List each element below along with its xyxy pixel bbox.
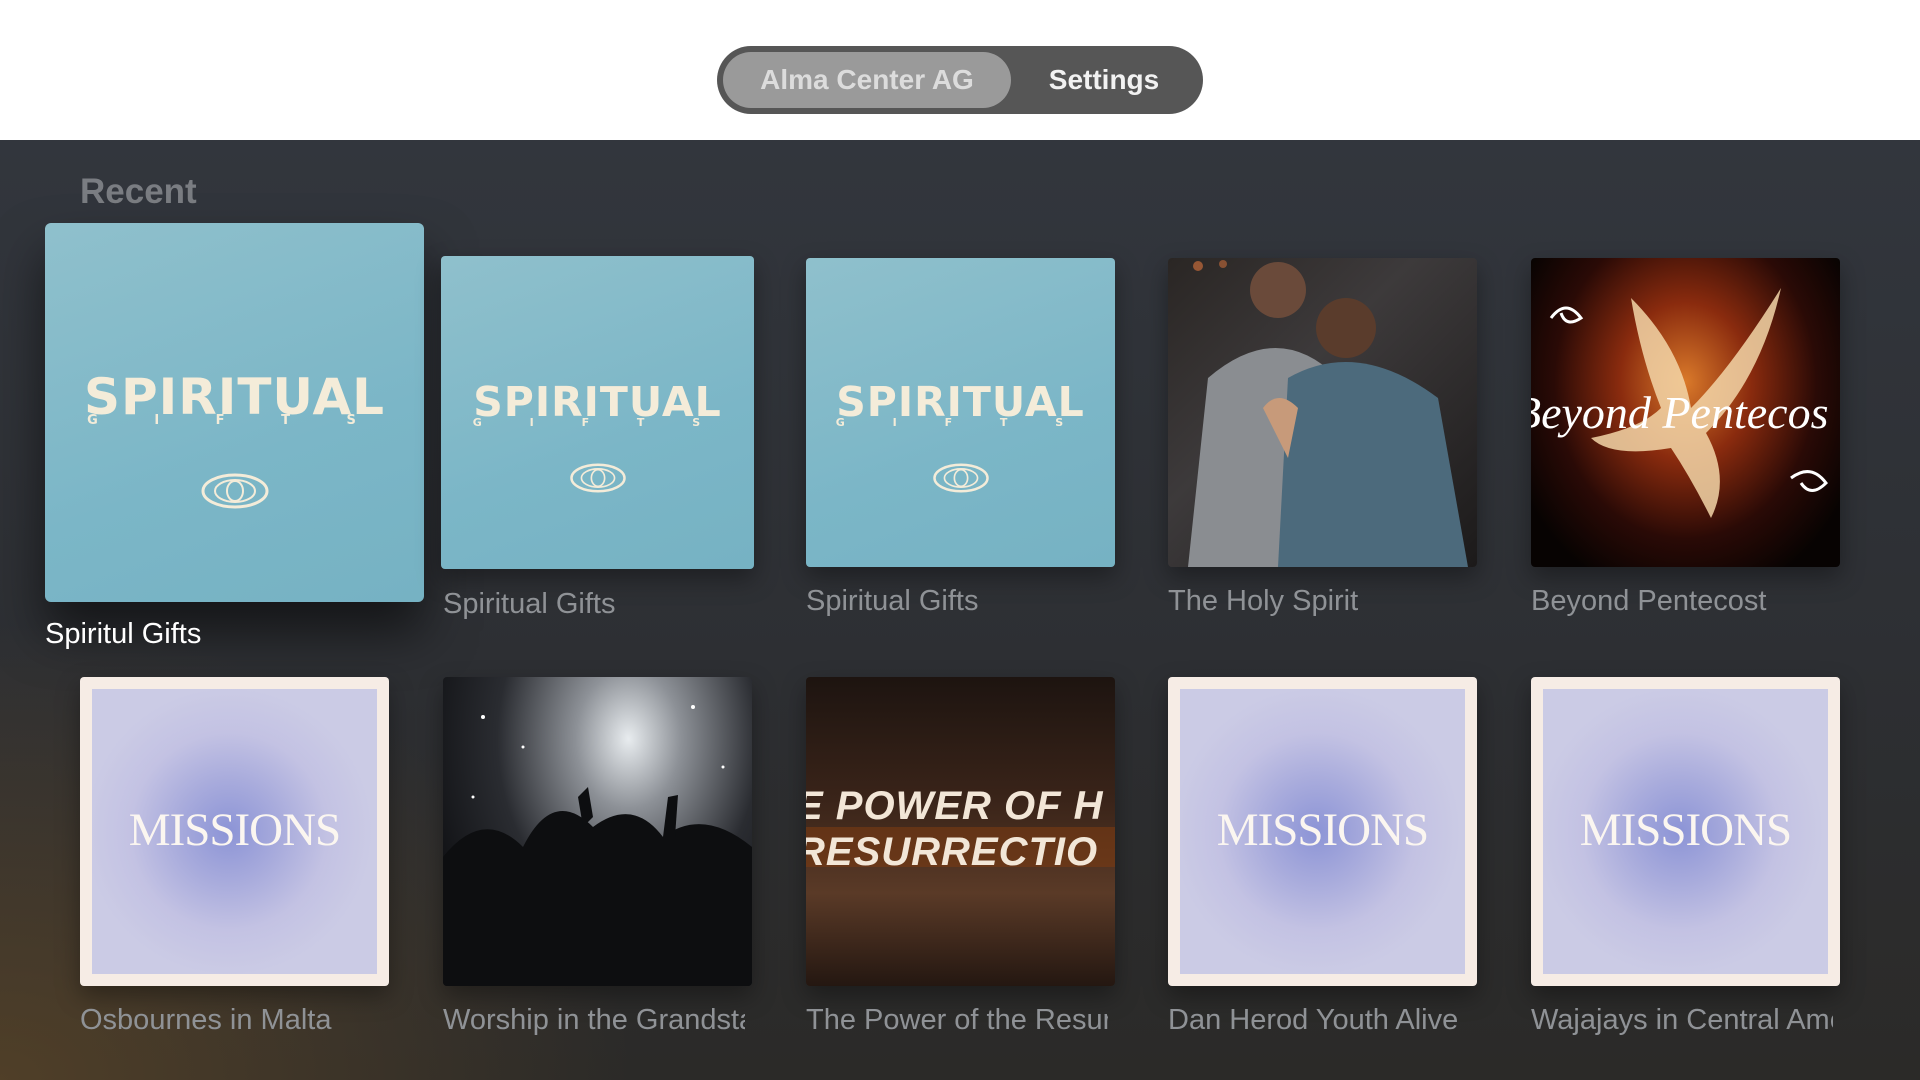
tile-title: The Power of the Resurrection xyxy=(806,1004,1108,1036)
eye-logo-icon xyxy=(569,463,626,493)
section-title: Recent xyxy=(80,172,197,211)
eye-logo-icon xyxy=(201,473,268,509)
eye-logo-icon xyxy=(932,463,989,493)
tile-title: Dan Herod Youth Alive xyxy=(1168,1004,1459,1036)
tile-title: Spiritul Gifts xyxy=(45,618,202,650)
tile-title: Osbournes in Malta xyxy=(80,1004,332,1036)
tile-wajajays-in-central-america[interactable]: MISSIONS xyxy=(1531,677,1840,986)
tile-art-subtext: G I F T S xyxy=(87,413,382,428)
tile-spiritual-gifts[interactable]: SPIRITUAL G I F T S xyxy=(441,256,754,569)
worship-crowd-image xyxy=(443,705,752,986)
tile-spiritual-gifts[interactable]: SPIRITUAL G I F T S xyxy=(806,258,1115,567)
tab-alma-center-ag[interactable]: Alma Center AG xyxy=(723,52,1011,108)
segmented-control: Alma Center AG Settings xyxy=(717,46,1203,114)
tile-worship-in-the-grandstand[interactable] xyxy=(443,677,752,986)
tile-art-text: MISSIONS xyxy=(1216,804,1429,856)
tile-art-text: MISSIONS xyxy=(128,804,341,856)
tab-settings[interactable]: Settings xyxy=(1011,52,1197,108)
tile-art-subtext: G I F T S xyxy=(472,416,723,429)
tile-art-text: MISSIONS xyxy=(1579,804,1792,856)
top-bar: Alma Center AG Settings xyxy=(0,0,1920,140)
tile-the-holy-spirit[interactable] xyxy=(1168,258,1477,567)
tile-beyond-pentecost[interactable]: Beyond Pentecos xyxy=(1531,258,1840,567)
tile-osbournes-in-malta[interactable]: MISSIONS xyxy=(80,677,389,986)
tile-dan-herod-youth-alive[interactable]: MISSIONS xyxy=(1168,677,1477,986)
men-praying-image xyxy=(1188,260,1468,567)
tile-art-text: RESURRECTIO xyxy=(806,830,1099,874)
tile-art-text: E POWER OF H xyxy=(806,784,1104,828)
tile-spiritual-gifts-focused[interactable]: SPIRITUAL G I F T S xyxy=(45,223,424,602)
tile-title: Worship in the Grandstand xyxy=(443,1004,745,1036)
tile-title: Spiritual Gifts xyxy=(806,585,979,617)
tile-title: Wajajays in Central America xyxy=(1531,1004,1833,1036)
tile-art-subtext: G I F T S xyxy=(835,416,1086,429)
tile-the-power-of-the-resurrection[interactable]: E POWER OF H RESURRECTIO xyxy=(806,677,1115,986)
tile-title: Beyond Pentecost xyxy=(1531,585,1767,617)
tile-art-text: Beyond Pentecos xyxy=(1531,387,1829,438)
tile-title: Spiritual Gifts xyxy=(443,588,616,620)
tile-title: The Holy Spirit xyxy=(1168,585,1359,617)
